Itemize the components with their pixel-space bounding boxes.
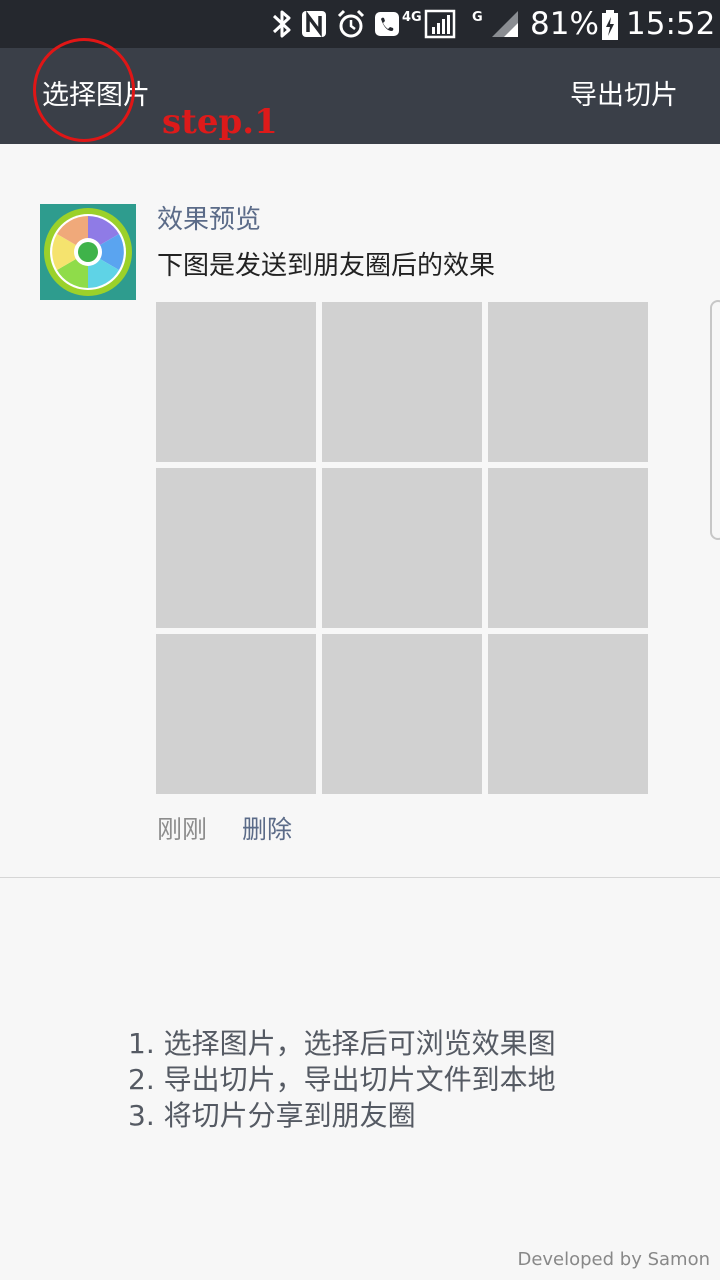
instruction-step-1: 1. 选择图片，选择后可浏览效果图 bbox=[128, 1027, 556, 1060]
4g-signal-icon bbox=[424, 9, 456, 39]
clock: 15:52 bbox=[626, 6, 716, 42]
4g-label: 4G bbox=[402, 10, 422, 25]
grid-tile-9[interactable] bbox=[488, 634, 648, 794]
nfc-icon bbox=[302, 10, 326, 38]
grid-tile-3[interactable] bbox=[488, 302, 648, 462]
bluetooth-icon bbox=[272, 10, 291, 38]
mobile-signal: 4G bbox=[402, 6, 458, 42]
annotation-circle bbox=[33, 38, 135, 142]
call-icon bbox=[375, 12, 399, 36]
battery-charging-icon bbox=[602, 10, 618, 40]
edge-panel-handle[interactable] bbox=[710, 300, 720, 540]
grid-tile-4[interactable] bbox=[156, 468, 316, 628]
post-time: 刚刚 bbox=[157, 815, 208, 844]
card-title: 效果预览 bbox=[157, 205, 262, 235]
grid-tile-1[interactable] bbox=[156, 302, 316, 462]
developer-credit: Developed by Samon bbox=[517, 1249, 710, 1270]
app-avatar-icon bbox=[40, 204, 136, 300]
instruction-step-3: 3. 将切片分享到朋友圈 bbox=[128, 1099, 416, 1132]
alarm-icon bbox=[337, 9, 365, 38]
g-signal-icon bbox=[492, 11, 518, 37]
image-grid bbox=[156, 302, 648, 794]
status-icons bbox=[270, 6, 402, 42]
g-label: G bbox=[472, 10, 483, 25]
grid-tile-5[interactable] bbox=[322, 468, 482, 628]
grid-tile-2[interactable] bbox=[322, 302, 482, 462]
secondary-signal: G bbox=[472, 6, 522, 42]
instruction-step-2: 2. 导出切片，导出切片文件到本地 bbox=[128, 1063, 556, 1096]
grid-tile-8[interactable] bbox=[322, 634, 482, 794]
instructions: 1. 选择图片，选择后可浏览效果图 2. 导出切片，导出切片文件到本地 3. 将… bbox=[128, 1026, 556, 1134]
annotation-label: step.1 bbox=[162, 102, 278, 142]
delete-link[interactable]: 删除 bbox=[242, 810, 292, 850]
grid-tile-7[interactable] bbox=[156, 634, 316, 794]
export-slices-button[interactable]: 导出切片 bbox=[570, 76, 678, 116]
status-bar: 4G G 81% 15:52 bbox=[0, 0, 720, 48]
card-description: 下图是发送到朋友圈后的效果 bbox=[157, 251, 496, 281]
preview-card: 效果预览 下图是发送到朋友圈后的效果 刚刚 删除 bbox=[0, 144, 720, 878]
battery-percent: 81% bbox=[530, 6, 599, 42]
grid-tile-6[interactable] bbox=[488, 468, 648, 628]
